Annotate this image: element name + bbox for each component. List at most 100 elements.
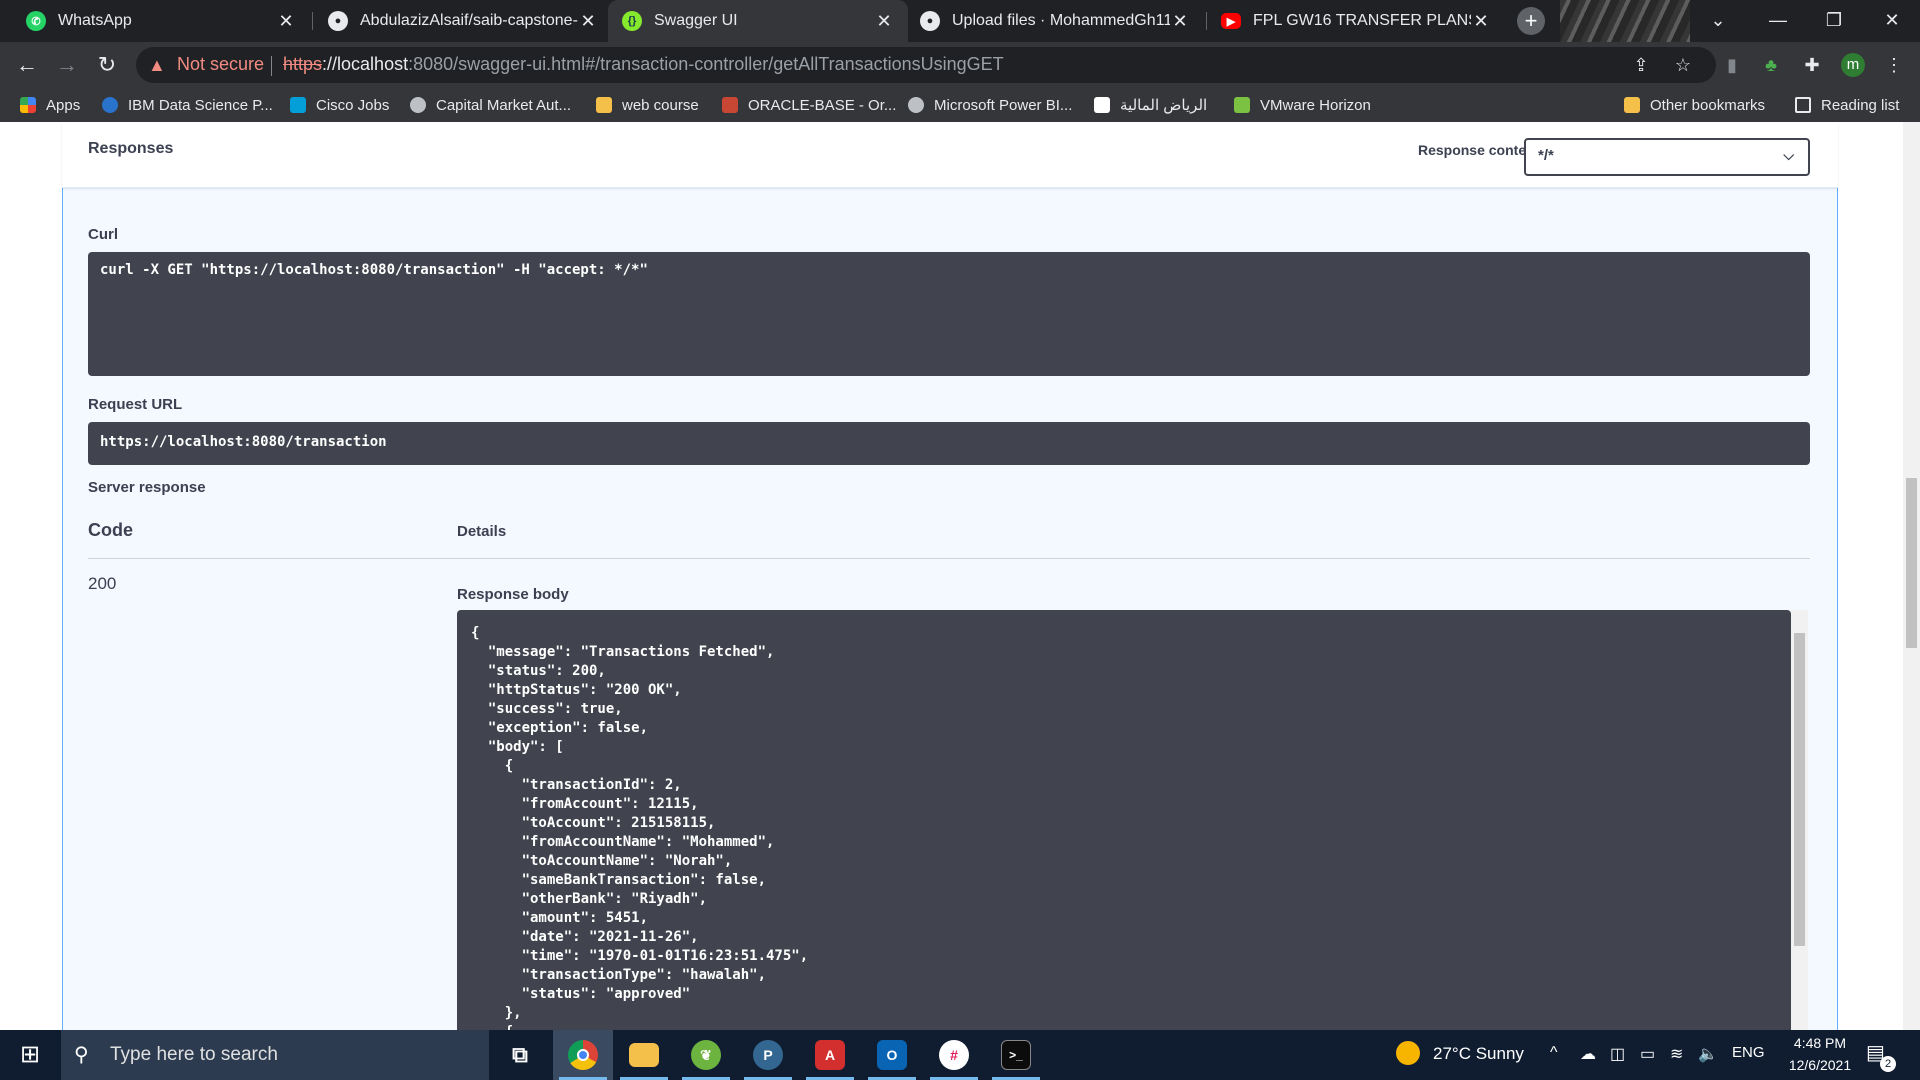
battery-icon[interactable]: ▭ [1640,1044,1655,1064]
tab-github-saib[interactable]: ● AbdulazizAlsaif/saib-capstone-pr ✕ [314,0,612,42]
bookmark-label: Reading list [1821,96,1900,114]
warning-triangle-icon[interactable]: ▲ [148,55,166,76]
bookmark-vmware-horizon[interactable]: VMware Horizon [1234,95,1371,115]
code-column-header: Code [88,520,133,540]
onedrive-cloud-icon[interactable]: ☁ [1580,1044,1596,1064]
tab-title: WhatsApp [58,12,132,29]
new-tab-button[interactable]: + [1517,7,1545,35]
volume-icon[interactable]: 🔈 [1698,1044,1718,1064]
request-url[interactable]: https://localhost:8080/transaction [88,422,1810,465]
input-language[interactable]: ENG [1732,1044,1765,1061]
bookmark-power-bi[interactable]: Microsoft Power BI... [908,95,1072,115]
profile-avatar[interactable]: m [1841,53,1865,77]
tab-title: Swagger UI [654,12,738,29]
taskbar-task-view[interactable]: ⧉ [490,1030,550,1080]
close-tab-icon[interactable]: ✕ [276,11,296,32]
tree-extension-icon[interactable]: ♣ [1756,50,1786,80]
taskbar-slack[interactable]: # [924,1030,984,1080]
minimize-button[interactable]: — [1750,0,1806,42]
windows-start-icon[interactable]: ⊞ [0,1030,60,1080]
url-separator [271,56,272,76]
tab-github-upload[interactable]: ● Upload files · MohammedGh11/s ✕ [906,0,1204,42]
weather-sun-icon[interactable] [1396,1041,1420,1065]
bookmark-label: VMware Horizon [1260,96,1371,114]
bookmark-oracle-base[interactable]: ORACLE-BASE - Or... [722,95,896,115]
extension-icon[interactable]: ▮ [1717,50,1747,80]
response-status-code: 200 [88,574,117,593]
close-tab-icon[interactable]: ✕ [1471,11,1491,32]
bookmark-ibm-data-science[interactable]: IBM Data Science P... [102,95,273,115]
close-tab-icon[interactable]: ✕ [1170,11,1190,32]
bookmark-capital-market[interactable]: Capital Market Aut... [410,95,571,115]
reading-list-button[interactable]: Reading list [1795,95,1899,115]
server-response-label: Server response [88,479,206,496]
tab-youtube-fpl[interactable]: ▶ FPL GW16 TRANSFER PLANS | G ✕ [1207,0,1505,42]
menu-kebab-icon[interactable]: ⋮ [1879,50,1909,80]
taskbar-spring-tool-suite[interactable]: ❦ [676,1030,736,1080]
bookmark-label: Cisco Jobs [316,96,390,114]
taskbar-outlook[interactable]: O [862,1030,922,1080]
powerbi-icon [908,97,924,113]
cisco-icon [290,97,306,113]
restore-button[interactable]: ❐ [1806,0,1862,42]
responses-header: Responses Response content type */* ⌵ [62,122,1838,188]
curl-command[interactable]: curl -X GET "https://localhost:8080/tran… [88,252,1810,376]
taskbar-acrobat[interactable]: A [800,1030,860,1080]
request-url-label: Request URL [88,396,183,413]
close-window-button[interactable]: ✕ [1864,0,1920,42]
bookmark-apps[interactable]: Apps [20,95,80,115]
bookmark-label: Apps [46,96,81,114]
clock-date[interactable]: 12/6/2021 [1778,1057,1862,1073]
tab-whatsapp[interactable]: ✆ WhatsApp ✕ [12,0,310,42]
response-body-json: { "message": "Transactions Fetched", "st… [471,625,809,1030]
taskbar-file-explorer[interactable] [614,1030,674,1080]
bookmark-web-course[interactable]: web course [596,95,699,115]
response-body-scrollbar-thumb[interactable] [1794,633,1805,946]
extensions-puzzle-icon[interactable]: ✚ [1797,50,1827,80]
curl-label: Curl [88,226,118,243]
tab-search-icon[interactable]: ⌄ [1690,0,1746,42]
globe-icon [410,97,426,113]
page-scrollbar-thumb[interactable] [1906,478,1917,648]
reading-list-icon [1795,97,1811,113]
taskbar-chrome[interactable] [553,1030,613,1080]
clock-time[interactable]: 4:48 PM [1780,1035,1860,1051]
response-body-label: Response body [457,586,569,603]
back-arrow-icon[interactable]: ← [12,50,42,80]
bookmark-other-bookmarks[interactable]: Other bookmarks [1624,95,1765,115]
close-tab-icon[interactable]: ✕ [874,11,894,32]
response-body[interactable]: { "message": "Transactions Fetched", "st… [457,610,1791,1030]
url-scheme: https [283,54,323,74]
vmware-icon [1234,97,1250,113]
meet-now-icon[interactable]: ◫ [1610,1044,1625,1064]
taskbar-terminal[interactable]: >_ [986,1030,1046,1080]
coursera-icon [102,97,118,113]
taskbar-pgadmin[interactable]: P [738,1030,798,1080]
bookmark-label: Microsoft Power BI... [934,96,1073,114]
close-tab-icon[interactable]: ✕ [578,11,598,32]
github-icon: ● [328,11,348,31]
chrome-icon [568,1040,598,1070]
wifi-icon[interactable]: ≋ [1670,1044,1683,1064]
bookmark-cisco-jobs[interactable]: Cisco Jobs [290,95,389,115]
reload-icon[interactable]: ↻ [92,50,122,80]
bookmark-label: Other bookmarks [1650,96,1766,114]
share-icon[interactable]: ⇪ [1626,50,1656,80]
bookmark-label: الرياض المالية [1120,97,1208,114]
theme-artwork [1560,0,1690,42]
details-column-header: Details [457,523,507,540]
folder-icon [629,1043,659,1067]
bookmark-star-icon[interactable]: ☆ [1668,50,1698,80]
response-content-type-select[interactable]: */* ⌵ [1524,138,1810,176]
forward-arrow-icon[interactable]: → [52,50,82,80]
notification-count-badge: 2 [1880,1056,1896,1072]
bookmark-riyad-capital[interactable]: الرياض المالية [1094,95,1207,115]
table-header-divider [88,558,1810,559]
folder-icon [596,97,612,113]
security-status-label[interactable]: Not secure [177,54,264,75]
url-text[interactable]: https://localhost:8080/swagger-ui.html#/… [283,54,1004,75]
show-hidden-icons-chevron-icon[interactable]: ^ [1550,1044,1558,1062]
tab-swagger-ui[interactable]: {} Swagger UI ✕ [608,0,908,42]
weather-text[interactable]: 27°C Sunny [1433,1044,1524,1064]
slack-icon: # [939,1040,969,1070]
